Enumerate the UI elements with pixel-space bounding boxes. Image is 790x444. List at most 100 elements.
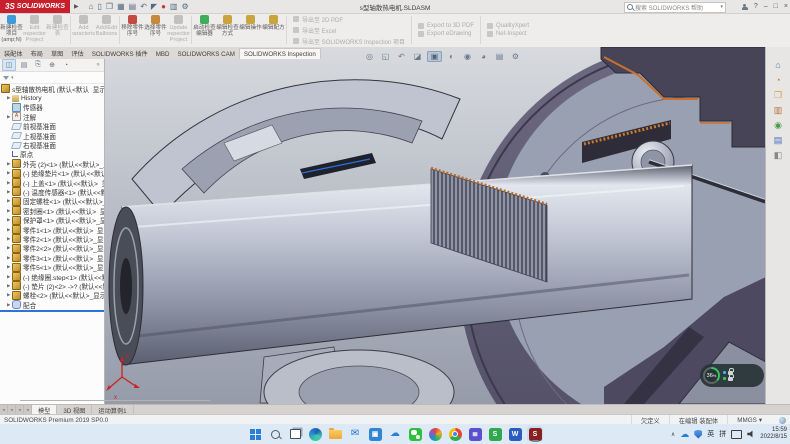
search-caret-icon[interactable]: ▾ [720,4,723,10]
tree-item[interactable]: 右视基准面 [0,140,104,149]
tree-item[interactable]: ▶(-) 绝缘圈.step<1> (默认<<默认> [0,272,104,281]
view-settings-icon[interactable]: ⚙ [509,52,522,61]
tree-item[interactable]: ▶A注解 [0,112,104,121]
view-orientation-icon[interactable]: ▣ [427,51,442,62]
tab-SOLIDWORKS 插件[interactable]: SOLIDWORKS 插件 [88,47,152,59]
home-icon[interactable]: ⌂ [89,2,94,11]
tree-filter[interactable]: ▾ [0,72,104,84]
tree-item[interactable]: ▶配合 [0,300,104,309]
home-icon[interactable]: ⌂ [775,60,780,70]
solidworks-app-icon[interactable]: S [527,426,543,442]
tree-item[interactable]: ▶(-) 温度传感器<1> (默认<<默认>_ [0,187,104,196]
ribbon-menu-item[interactable]: Export to 3D PDF [418,23,474,29]
units-caret-icon[interactable]: ▾ [759,417,762,424]
ribbon-button-12[interactable]: 编辑配方 [262,13,285,47]
print-icon[interactable]: ▤ [129,2,137,11]
file-explorer-icon[interactable]: ❒ [774,90,782,100]
3d-viewport[interactable]: x y [104,47,766,404]
tab-装配体[interactable]: 装配体 [0,47,27,59]
ribbon-button-4[interactable]: Add Characteristic [72,13,95,47]
dictionary-icon[interactable]: ≣ [467,426,483,442]
ribbon-menu-item[interactable]: Net-Inspect [487,31,529,37]
security-shield-icon[interactable] [694,430,702,439]
save-icon[interactable]: ▦ [117,2,125,11]
ribbon-button-2[interactable]: Edit Inspection Project [23,13,46,47]
ribbon-button-8[interactable]: Update Inspection Project [167,13,190,47]
ribbon-button-11[interactable]: 编辑操作 [239,13,262,47]
chrome-icon[interactable] [447,426,463,442]
tree-item[interactable]: ▶密封圈<1> (默认<<默认>_显示状 [0,206,104,215]
tab-SOLIDWORKS Inspection[interactable]: SOLIDWORKS Inspection [239,48,321,59]
tree-item[interactable]: ▶(-) 上盖<1> (默认<<默认>_显示状 [0,178,104,187]
ribbon-button-10[interactable]: 编辑检查方式 [216,13,239,47]
restore-button[interactable]: □ [774,3,778,10]
options-gear-icon[interactable]: ⚙ [181,2,188,11]
tree-item[interactable]: ▶零件5<1> (默认<<默认>_显示状态 [0,262,104,271]
clock[interactable]: 15:59 2022/8/15 [760,427,787,441]
word-icon[interactable]: W [507,426,523,442]
ribbon-button-6[interactable]: 移除零件序号 [121,13,144,47]
rollback-bar[interactable] [0,310,104,312]
zoom-area-icon[interactable]: ◱ [379,52,392,61]
close-button[interactable]: × [784,3,788,10]
section-view-icon[interactable]: ◪ [411,52,424,61]
ribbon-button-1[interactable]: 新建检查项目(amp;N) [0,13,23,47]
edit-appearance-icon[interactable]: ◕ [477,52,490,61]
wechat-icon[interactable] [407,426,423,442]
language-indicator[interactable]: 英 [707,429,714,439]
ribbon-button-3[interactable]: 新建检查表 [46,13,69,47]
ribbon-button-5[interactable]: Add/Edit Balloons [95,13,118,47]
login-icon[interactable] [742,4,748,10]
tree-item[interactable]: ▶零件2<2> (默认<<默认>_显示状态 [0,244,104,253]
notes-app-icon[interactable]: S [487,426,503,442]
tree-item[interactable]: ▶螺栓<2> (默认<<默认>_显示状态 [0,291,104,300]
configuration-manager-tab[interactable]: ⎘ [32,60,44,70]
property-manager-tab[interactable]: ▤ [18,60,30,70]
file-properties-icon[interactable]: ▥ [170,2,178,11]
volume-icon[interactable] [747,430,755,438]
tab-SOLIDWORKS CAM[interactable]: SOLIDWORKS CAM [173,49,238,59]
appearances-icon[interactable]: ◉ [774,120,782,130]
new-document-icon[interactable]: ▯ [98,2,102,11]
search-input[interactable]: 搜索 SOLIDWORKS 帮助 ▾ [624,2,726,13]
ribbon-menu-item[interactable]: Export eDrawing [418,31,474,37]
start-button[interactable] [247,426,263,442]
display-tray-icon[interactable] [731,430,742,439]
tree-item[interactable]: ▶零件2<1> (默认<<默认>_显示状态 [0,234,104,243]
tab-评估[interactable]: 评估 [67,47,87,59]
menu-expand-icon[interactable]: ▶ [74,3,79,10]
hide-show-items-icon[interactable]: ◉ [461,52,474,61]
tree-item[interactable]: ▶零件1<1> (默认<<默认>_显示状态 [0,225,104,234]
search-button[interactable] [267,426,283,442]
tab-草图[interactable]: 草图 [47,47,67,59]
mail-icon[interactable]: ✉ [347,426,363,442]
pane-options-icon[interactable]: ◧ [774,150,783,160]
tree-item[interactable]: ▶外壳 (2)<1> (默认<<默认>_显示状 [0,159,104,168]
recorder-overlay[interactable]: 36% [700,364,764,387]
display-style-icon[interactable]: ◐ [445,52,458,61]
tree-item[interactable]: ▶History [0,93,104,102]
ribbon-button-9[interactable]: 启动检查编辑器 [193,13,216,47]
help-button[interactable]: ? [754,3,758,10]
photos-icon[interactable] [427,426,443,442]
store-icon[interactable]: ▣ [367,426,383,442]
task-view-button[interactable] [287,426,303,442]
view-palette-icon[interactable]: ▥ [774,105,783,115]
tab-MBD[interactable]: MBD [152,49,174,59]
dimxpert-manager-tab[interactable]: ⊕ [46,60,58,70]
tree-item[interactable]: 传感器 [0,103,104,112]
tree-item[interactable]: ▶(-) 绝缘垫片<1> (默认<<默认>_显示 [0,169,104,178]
ime-indicator[interactable]: 拼 [719,429,726,439]
ribbon-menu-item[interactable]: 导出至 Excel [293,26,405,35]
previous-view-icon[interactable]: ↶ [395,52,408,61]
display-manager-tab[interactable]: ◔ [60,60,72,70]
ribbon-menu-item[interactable]: 导出至 2D PDF [293,15,405,24]
tree-item[interactable]: 上视基准面 [0,131,104,140]
panel-overflow-icon[interactable]: » [94,60,102,70]
tab-布局[interactable]: 布局 [27,47,47,59]
tree-item[interactable]: ▶固定螺栓<1> (默认<<默认>_显示状 [0,197,104,206]
tree-item[interactable]: 原点 [0,150,104,159]
feature-tree-tab[interactable]: ◫ [2,59,16,71]
open-icon[interactable]: ❒ [106,2,113,11]
feature-tree-root[interactable]: s型轴散热电机 (默认<默认_显示状态-1 [0,84,104,93]
